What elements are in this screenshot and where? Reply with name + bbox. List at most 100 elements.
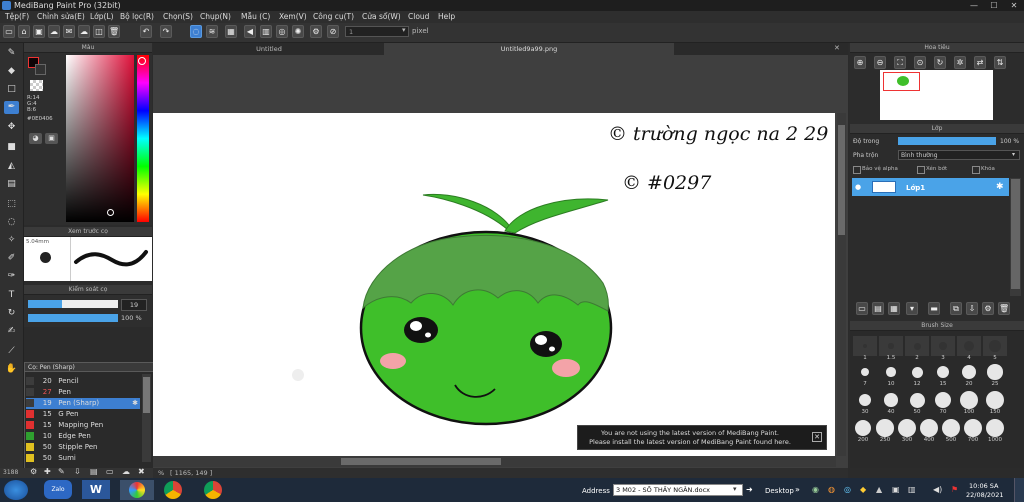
new-layer-8bit-icon[interactable]: ▦ xyxy=(888,302,900,315)
lasso-tool-icon[interactable]: ◌ xyxy=(4,216,19,229)
menu-snap[interactable]: Chụp(N) xyxy=(200,12,231,21)
layer-opacity-slider[interactable] xyxy=(898,137,996,145)
zoom-in-icon[interactable]: ⊕ xyxy=(854,56,866,69)
transparent-swatch[interactable] xyxy=(30,80,43,91)
brush-size-dot[interactable] xyxy=(986,391,1004,409)
brush-list-scrollbar[interactable] xyxy=(142,374,151,462)
chrome-taskbar-icon-2[interactable] xyxy=(204,481,222,499)
menu-file[interactable]: Tệp(F) xyxy=(5,12,29,21)
brush-size-dot[interactable] xyxy=(964,341,974,351)
chrome-taskbar-icon[interactable] xyxy=(164,481,182,499)
layers-scroll-thumb[interactable] xyxy=(1011,179,1020,289)
brush-edit-icon[interactable]: ✎ xyxy=(58,467,65,476)
brush-row-pen[interactable]: 27 Pen xyxy=(26,387,140,398)
delete-layer-icon[interactable]: 🗑 xyxy=(998,302,1010,315)
brush-row-mapping-pen[interactable]: 15 Mapping Pen xyxy=(26,420,140,431)
menu-window[interactable]: Cửa sổ(W) xyxy=(362,12,401,21)
eyedropper-icon[interactable]: ✍ xyxy=(4,325,19,338)
brush-size-dot[interactable] xyxy=(960,391,978,409)
merge-layer-icon[interactable]: ⇩ xyxy=(966,302,978,315)
canvas-hscroll[interactable] xyxy=(153,456,836,467)
brush-size-dot[interactable] xyxy=(888,343,894,349)
start-button[interactable] xyxy=(4,480,28,500)
pen-tool-icon[interactable]: ✒ xyxy=(4,101,19,114)
add-brush-icon[interactable]: ⚙ xyxy=(30,467,37,476)
save-icon[interactable]: ▣ xyxy=(33,25,45,38)
close-icon[interactable]: ✕ xyxy=(1004,0,1024,11)
brush-size-dot[interactable] xyxy=(859,394,871,406)
zoom-out-icon[interactable]: ⊖ xyxy=(874,56,886,69)
flip-icon[interactable]: ⇄ xyxy=(974,56,986,69)
brush-tool-icon[interactable]: ✎ xyxy=(4,47,19,60)
color-set-icon[interactable]: ▣ xyxy=(45,133,58,144)
brush-size-dot[interactable] xyxy=(911,366,923,378)
word-taskbar-icon[interactable]: W xyxy=(82,480,110,499)
actual-size-icon[interactable]: ⊙ xyxy=(914,56,926,69)
unit-label[interactable]: pixel xyxy=(412,27,429,35)
network-icon[interactable]: ▥ xyxy=(908,485,916,494)
rotate-reset-icon[interactable]: ✲ xyxy=(954,56,966,69)
minimize-icon[interactable]: — xyxy=(964,0,984,11)
menu-help[interactable]: Help xyxy=(438,12,455,21)
tray-expand-icon[interactable]: » xyxy=(795,485,800,494)
volume-icon[interactable]: ◀) xyxy=(933,485,942,494)
menu-template[interactable]: Mẫu (C) xyxy=(241,12,270,21)
layer-type-icon[interactable]: ▾ xyxy=(906,302,918,315)
brush-size-dot[interactable] xyxy=(987,364,1003,380)
tray-app-icon-3[interactable]: ◎ xyxy=(844,485,851,494)
secondary-color-swatch[interactable] xyxy=(35,64,46,75)
ruler-left-icon[interactable]: ◀ xyxy=(244,25,256,38)
ruler-circle-icon[interactable]: ◎ xyxy=(276,25,288,38)
brush-folder-icon[interactable]: ▭ xyxy=(106,467,114,476)
brush-row-pen-sharp[interactable]: 19 Pen (Sharp) ✱ xyxy=(26,398,140,409)
brush-size-dot[interactable] xyxy=(909,392,925,408)
material-icon[interactable]: ◫ xyxy=(93,25,105,38)
hscroll-thumb[interactable] xyxy=(341,458,501,465)
stabilizer-icon[interactable]: ≋ xyxy=(206,25,218,38)
brush-cloud-icon[interactable]: ☁ xyxy=(122,467,130,476)
chevron-down-icon[interactable]: ▾ xyxy=(1012,151,1015,158)
flag-icon[interactable]: ⚑ xyxy=(951,485,958,494)
gear-icon[interactable]: ✱ xyxy=(996,182,1004,192)
menu-layer[interactable]: Lớp(L) xyxy=(90,12,114,21)
size-input[interactable]: 1 xyxy=(345,26,409,37)
gear-icon[interactable]: ✱ xyxy=(132,398,138,409)
fit-icon[interactable]: ⛶ xyxy=(894,56,906,69)
brush-size-dot[interactable] xyxy=(886,367,896,377)
menu-edit[interactable]: Chỉnh sửa(E) xyxy=(37,12,85,21)
move-tool-icon[interactable]: ✥ xyxy=(4,121,19,134)
tray-app-icon-5[interactable]: ▲ xyxy=(876,485,882,494)
tray-app-icon-2[interactable]: ◍ xyxy=(828,485,835,494)
ruler-clear-icon[interactable]: ⊘ xyxy=(327,25,339,38)
select-tool-icon[interactable]: ⬚ xyxy=(4,198,19,211)
flip-vertical-icon[interactable]: ⇅ xyxy=(994,56,1006,69)
magic-wand-icon[interactable]: ✧ xyxy=(4,234,19,247)
tray-app-icon[interactable]: ◉ xyxy=(812,485,819,494)
menu-cloud[interactable]: Cloud xyxy=(408,12,429,21)
brush-size-dot[interactable] xyxy=(884,393,898,407)
tray-app-icon-6[interactable]: ▣ xyxy=(892,485,900,494)
tab-untitled[interactable]: Untitled xyxy=(155,43,383,55)
menu-tools[interactable]: Công cụ(T) xyxy=(313,12,354,21)
brush-size-dot[interactable] xyxy=(863,344,867,348)
brush-download-icon[interactable]: ⇩ xyxy=(74,467,81,476)
brush-size-slider[interactable] xyxy=(28,300,118,308)
menu-filter[interactable]: Bộ lọc(R) xyxy=(120,12,154,21)
zalo-taskbar-icon[interactable]: Zalo xyxy=(44,480,72,499)
bucket-tool-icon[interactable]: ◭ xyxy=(4,160,19,173)
ruler-radial-icon[interactable]: ✺ xyxy=(292,25,304,38)
dot-tool-icon[interactable]: □ xyxy=(4,83,19,96)
brush-size-dot[interactable] xyxy=(855,420,871,436)
saturation-value-picker[interactable] xyxy=(66,55,134,222)
brush-row-pencil[interactable]: 20 Pencil xyxy=(26,376,140,387)
hue-slider[interactable] xyxy=(137,55,149,222)
grid-icon[interactable]: ▦ xyxy=(225,25,237,38)
eye-icon[interactable]: ● xyxy=(855,183,861,191)
cloud-icon[interactable]: ☁ xyxy=(48,25,60,38)
brush-row-sumi[interactable]: 50 Sumi xyxy=(26,453,140,462)
text-tool-icon[interactable]: T xyxy=(4,289,19,302)
clipping-checkbox[interactable] xyxy=(917,166,925,174)
brush-row-stipple-pen[interactable]: 50 Stipple Pen xyxy=(26,442,140,453)
chevron-down-icon[interactable]: ▾ xyxy=(733,485,737,493)
picker-cursor[interactable] xyxy=(107,209,114,216)
